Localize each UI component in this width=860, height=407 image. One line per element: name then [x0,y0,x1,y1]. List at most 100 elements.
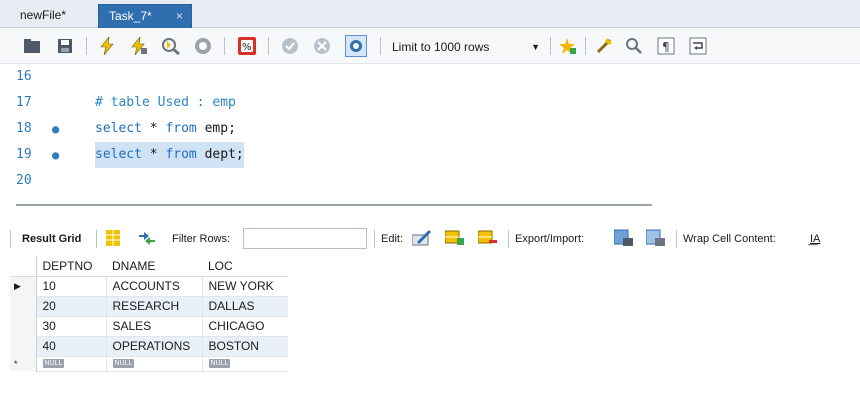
wrap-icon[interactable] [688,36,708,56]
table-row[interactable]: 30 SALES CHICAGO [10,316,288,337]
toolbar-separator [224,37,225,55]
find-icon[interactable] [624,36,644,56]
code-text: dept; [196,147,244,162]
row-marker [10,316,37,336]
cell-dname[interactable]: SALES [105,316,202,337]
toolbar-separator [508,230,509,248]
tab-newfile[interactable]: newFile* [10,4,76,28]
execute-statement-icon[interactable] [129,36,149,56]
toolbar-separator [268,37,269,55]
horizontal-scrollbar[interactable] [16,204,652,206]
toolbar-separator [10,230,11,248]
row-header-corner [10,256,37,277]
cell-loc[interactable]: NULL [201,356,288,372]
table-row[interactable]: 20 RESEARCH DALLAS [10,296,288,317]
code-text: * [141,121,166,136]
line-number: 18 [16,121,32,136]
line-number: 20 [16,173,32,188]
code-line: 20 [0,168,860,194]
keyword: from [165,121,197,136]
keyword: select [95,121,142,136]
toolbar-separator [374,230,375,248]
null-badge: NULL [112,358,135,368]
code-line: 16 [0,64,860,90]
chevron-down-icon: ▼ [531,42,540,52]
wrap-cell-icon[interactable]: I͟A [810,231,820,247]
export-import-label: Export/Import: [515,233,585,245]
current-row-icon: ▶ [10,276,37,296]
grid-view-icon[interactable] [106,230,120,246]
sql-editor[interactable]: 16 17 # table Used : emp 18 ● select * f… [0,64,860,196]
toolbar-separator [585,37,586,55]
toolbar-separator [380,37,381,55]
open-folder-icon[interactable] [22,36,42,56]
svg-text:¶: ¶ [662,40,670,54]
toolbar-separator [86,37,87,55]
execute-icon[interactable] [97,36,117,56]
cell-deptno[interactable]: NULL [35,356,106,372]
cell-deptno[interactable]: 40 [35,336,106,357]
result-toolbar: Result Grid Filter Rows: Edit: Export/Im… [0,226,860,252]
statement-marker-icon: ● [52,122,60,136]
close-tab-icon[interactable]: × [176,5,183,27]
row-marker [10,296,37,316]
add-snippet-icon[interactable] [557,36,577,56]
limit-rows-select[interactable]: Limit to 1000 rows ▼ [388,37,548,57]
commit-icon[interactable] [280,36,300,56]
cell-deptno[interactable]: 30 [35,316,106,337]
tab-bar: newFile* Task_7* × [0,0,860,28]
limit-rows-value: Limit to 1000 rows [392,40,490,54]
cell-loc[interactable]: NEW YORK [201,276,288,297]
cell-loc[interactable]: CHICAGO [201,316,288,337]
keyword: from [165,147,197,162]
row-marker [10,336,37,356]
column-header-deptno[interactable]: DEPTNO [36,256,106,277]
add-row-icon[interactable] [444,229,465,245]
code-statement-selected: select * from dept; [95,142,244,168]
beautify-icon[interactable] [594,36,614,56]
result-grid-tab[interactable]: Result Grid [22,231,81,247]
statement-marker-icon: ● [52,148,60,162]
edit-label: Edit: [381,233,404,245]
filter-rows-input[interactable] [243,228,367,249]
column-header-loc[interactable]: LOC [202,256,288,277]
cell-dname[interactable]: OPERATIONS [105,336,202,357]
grid-header-row: DEPTNO DNAME LOC [10,256,288,277]
svg-text:%: % [242,42,252,53]
sql-editor-toolbar: % Limit to 1000 rows ▼ ¶ [0,28,860,64]
cell-loc[interactable]: DALLAS [201,296,288,317]
invisible-chars-icon[interactable]: ¶ [656,36,676,56]
cell-deptno[interactable]: 20 [35,296,106,317]
import-icon[interactable] [645,229,666,246]
result-grid[interactable]: DEPTNO DNAME LOC ▶ 10 ACCOUNTS NEW YORK … [10,256,288,372]
toolbar-separator [550,37,551,55]
save-icon[interactable] [55,36,75,56]
delete-row-icon[interactable] [477,229,498,245]
explain-icon[interactable] [161,36,181,56]
cell-deptno[interactable]: 10 [35,276,106,297]
line-number: 19 [16,147,32,162]
rollback-icon[interactable] [312,36,332,56]
export-icon[interactable] [613,229,634,246]
code-text: * [141,147,166,162]
autocommit-icon[interactable] [345,35,367,57]
wrap-cell-label: Wrap Cell Content: [683,233,776,245]
tab-task-7[interactable]: Task_7* × [98,4,192,28]
table-row[interactable]: ▶ 10 ACCOUNTS NEW YORK [10,276,288,297]
filter-rows-label: Filter Rows: [172,233,231,245]
cell-loc[interactable]: BOSTON [201,336,288,357]
table-row[interactable]: 40 OPERATIONS BOSTON [10,336,288,357]
toggle-error-icon[interactable]: % [237,36,257,56]
cell-dname[interactable]: ACCOUNTS [105,276,202,297]
code-statement: select * from emp; [95,116,236,142]
code-comment: # table Used : emp [95,95,236,110]
cell-dname[interactable]: NULL [105,356,202,372]
new-row[interactable]: * NULL NULL NULL [10,356,288,372]
stop-icon[interactable] [193,36,213,56]
toolbar-separator [96,230,97,248]
edit-row-icon[interactable] [411,229,434,246]
column-header-dname[interactable]: DNAME [106,256,202,277]
cell-dname[interactable]: RESEARCH [105,296,202,317]
filter-refresh-icon[interactable] [138,230,156,246]
null-badge: NULL [42,358,65,368]
